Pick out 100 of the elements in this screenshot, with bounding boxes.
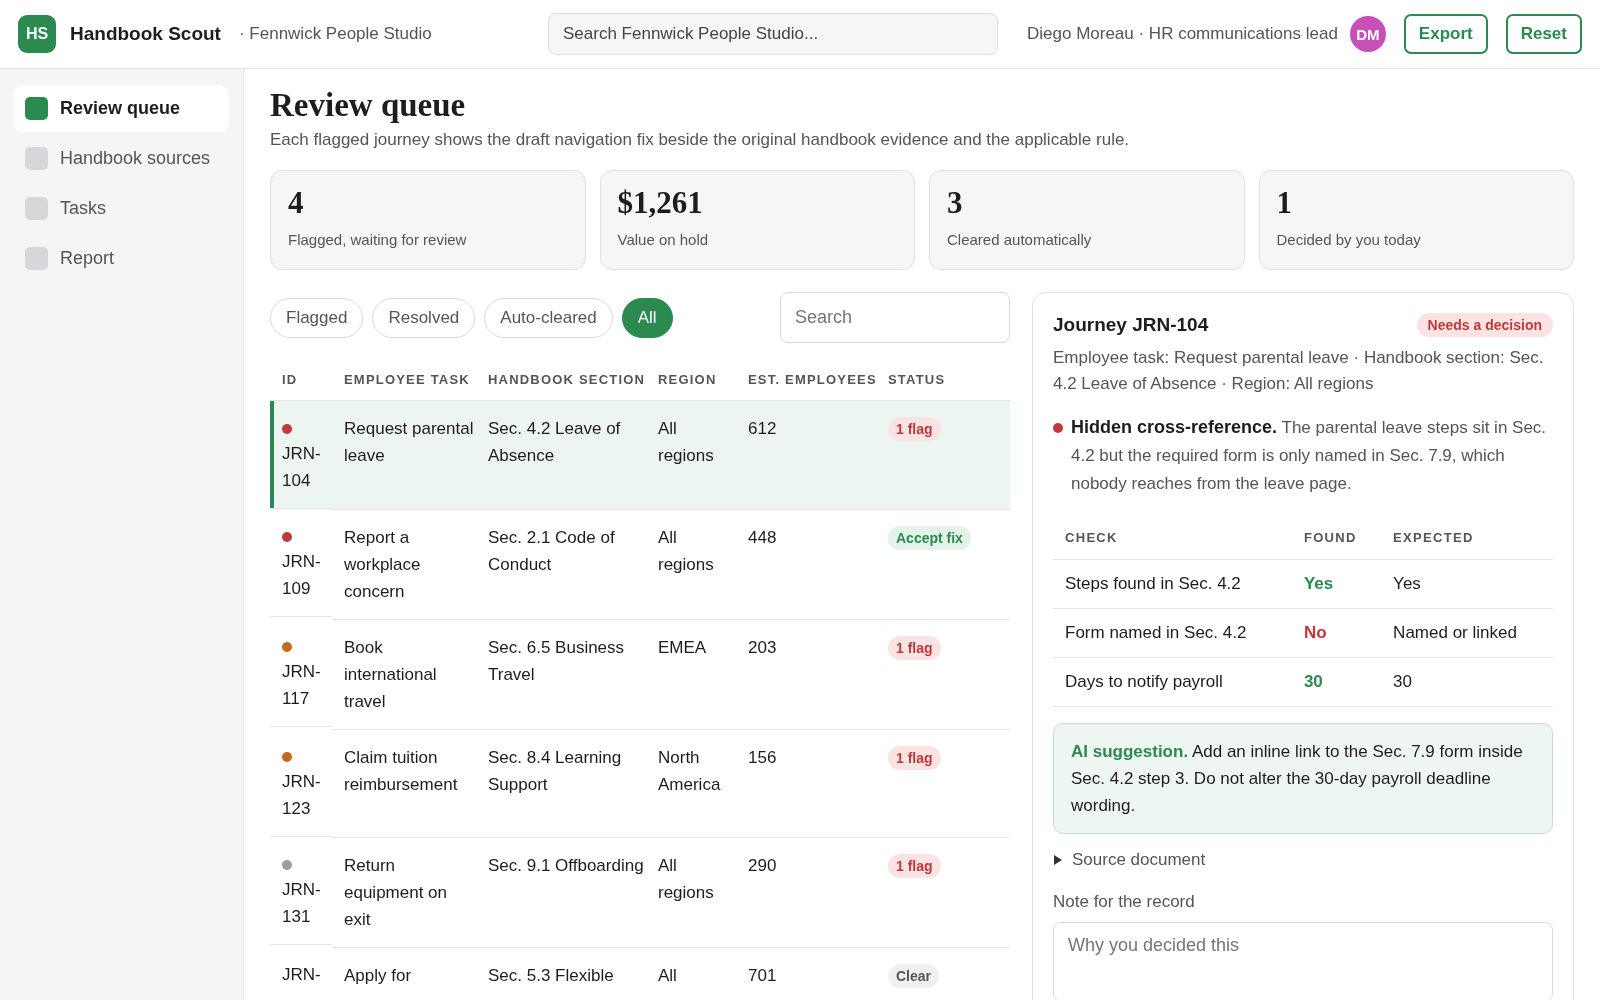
table-cell: 203 — [748, 637, 777, 657]
table-row[interactable]: JRN- Apply for Sec. 5.3 Flexible All 701 Clear — [270, 947, 1010, 1000]
note-field[interactable]: Why you decided this — [1053, 922, 1553, 1000]
table-cell: 30 — [1303, 672, 1323, 691]
table-cell: North America — [658, 747, 721, 794]
table-cell: Sec. 9.1 Offboarding — [488, 855, 644, 875]
header-button[interactable]: Export — [1403, 14, 1488, 54]
table-cell: Yes — [1303, 574, 1334, 593]
table-cell: Sec. 6.5 Business Travel — [488, 637, 625, 684]
sidebar-item[interactable]: Review queue — [14, 85, 229, 132]
source-toggle[interactable]: Source document — [1053, 850, 1553, 870]
stat-value: 4 — [288, 185, 305, 221]
sidebar-item[interactable]: Tasks — [14, 185, 229, 232]
stat-label: Decided by you today — [1276, 231, 1422, 248]
table-cell: Form named in Sec. 4.2 — [1065, 623, 1247, 642]
avatar[interactable]: DM — [1349, 16, 1386, 52]
column-header: CHECK — [1053, 520, 1292, 560]
header-button[interactable]: Reset — [1505, 14, 1582, 54]
table-cell-text: JRN-117 — [282, 661, 322, 710]
table-row[interactable]: JRN-104 Request parental leave Sec. 4.2 Leave of Absence All regions 612 1 flag — [270, 400, 1010, 509]
table-cell: Yes — [1393, 574, 1421, 593]
search-field[interactable]: Search Fennwick People Studio... — [548, 13, 998, 55]
filter-chip[interactable]: Flagged — [270, 297, 364, 338]
table-cell: Sec. 8.4 Learning Support — [488, 747, 622, 794]
workspace-name: · Fennwick People Studio — [238, 24, 432, 44]
table-cell-text: JRN-109 — [282, 551, 322, 600]
table-cell: 448 — [748, 527, 777, 547]
user-label: Diego Moreau · HR communications lead — [1027, 24, 1338, 44]
table-cell: Request parental leave — [344, 419, 474, 465]
column-header: STATUS — [876, 359, 1010, 401]
table-cell: Claim tuition reimbursement — [344, 747, 458, 794]
square-icon — [25, 147, 48, 170]
square-icon — [25, 197, 48, 220]
table-cell: Steps found in Sec. 4.2 — [1065, 574, 1241, 593]
column-header: EST. EMPLOYEES — [736, 359, 876, 401]
app-name: Handbook Scout — [70, 23, 221, 45]
column-header: EMPLOYEE TASK — [332, 359, 476, 401]
table-row[interactable]: JRN-117 Book international travel Sec. 6.5 Business Travel EMEA 203 1 flag — [270, 619, 1010, 729]
status-badge: 1 flag — [888, 417, 941, 441]
table-row[interactable]: JRN-131 Return equipment on exit Sec. 9.1 Offboarding All regions 290 1 flag — [270, 837, 1010, 947]
table-cell: All regions — [658, 419, 714, 465]
status-badge: 1 flag — [888, 853, 941, 878]
table-cell: Apply for — [344, 965, 412, 985]
square-icon — [25, 97, 48, 120]
table-cell: Sec. 2.1 Code of Conduct — [488, 527, 615, 574]
sidebar-item[interactable]: Handbook sources — [14, 135, 229, 182]
decision-badge: Needs a decision — [1416, 313, 1553, 337]
detail-meta: Employee task: Request parental leave · Handbook section: Sec. 4.2 Leave of Absence · Region: All regions — [1053, 347, 1545, 395]
table-cell: 612 — [748, 419, 777, 438]
table-cell-text: JRN-123 — [282, 771, 322, 820]
table-cell: EMEA — [658, 637, 707, 657]
status-badge: Accept fix — [888, 525, 971, 550]
note-label: Note for the record — [1053, 892, 1196, 912]
status-badge: 1 flag — [888, 635, 941, 660]
column-header: ID — [270, 359, 332, 401]
column-header: EXPECTED — [1381, 520, 1553, 560]
table-cell: All regions — [658, 527, 714, 574]
stat-value: $1,261 — [617, 185, 704, 221]
square-icon — [25, 247, 48, 270]
caret-icon — [1053, 855, 1063, 865]
column-header: REGION — [646, 359, 736, 401]
table-cell: All regions — [658, 855, 714, 902]
stat-label: Value on hold — [617, 231, 710, 248]
table-cell: Days to notify payroll — [1065, 672, 1223, 691]
sidebar-item[interactable]: Report — [14, 235, 229, 282]
table-cell: All — [658, 965, 677, 985]
column-header: HANDBOOK SECTION — [476, 359, 646, 401]
filter-chip[interactable]: Auto-cleared — [484, 297, 613, 338]
table-cell-text: JRN-104 — [282, 443, 322, 492]
app-logo: HS — [18, 15, 56, 53]
table-cell-text: JRN-131 — [282, 879, 322, 928]
suggestion-text: AI suggestion. Add an inline link to the Sec. 7.9 form inside Sec. 4.2 step 3. Do not alter the 30-day payroll deadline wording. — [1071, 742, 1523, 815]
finding-text: Hidden cross-reference. The parental leave steps sit in Sec. 4.2 but the required form is only named in Sec. 7.9, which nobody reaches from the leave page. — [1071, 416, 1548, 495]
table-cell: 290 — [748, 855, 777, 875]
table-cell: Named or linked — [1393, 623, 1517, 642]
table-cell: 30 — [1393, 672, 1413, 691]
table-search-field[interactable]: Search — [780, 292, 1010, 343]
column-header: FOUND — [1291, 520, 1382, 560]
table-cell: Sec. 5.3 Flexible — [488, 965, 614, 985]
table-cell: Report a workplace concern — [344, 527, 421, 601]
page-subtitle: Each flagged journey shows the draft navigation fix beside the original handbook evidence and the applicable rule. — [270, 130, 1131, 150]
table-cell: No — [1303, 623, 1327, 642]
page-title: Review queue — [270, 87, 467, 124]
stat-value: 3 — [947, 185, 964, 221]
table-cell: 701 — [748, 965, 777, 985]
table-cell: Sec. 4.2 Leave of Absence — [488, 419, 621, 465]
status-badge: 1 flag — [888, 745, 941, 770]
table-cell: 156 — [748, 747, 777, 767]
table-cell-text: JRN- — [282, 964, 322, 986]
table-cell: Return equipment on exit — [344, 855, 448, 929]
status-badge: Clear — [888, 963, 940, 988]
stat-value: 1 — [1276, 185, 1293, 221]
stat-label: Cleared automatically — [947, 231, 1093, 248]
filter-chip[interactable]: Resolved — [372, 297, 476, 338]
stat-label: Flagged, waiting for review — [288, 231, 468, 248]
table-cell: Book international travel — [344, 637, 437, 711]
filter-chip[interactable]: All — [621, 297, 673, 338]
table-row[interactable]: JRN-123 Claim tuition reimbursement Sec. 8.4 Learning Support North America 156 1 flag — [270, 729, 1010, 837]
finding-dot — [1053, 423, 1063, 433]
table-row[interactable]: JRN-109 Report a workplace concern Sec. 2.1 Code of Conduct All regions 448 Accept fix — [270, 509, 1010, 619]
